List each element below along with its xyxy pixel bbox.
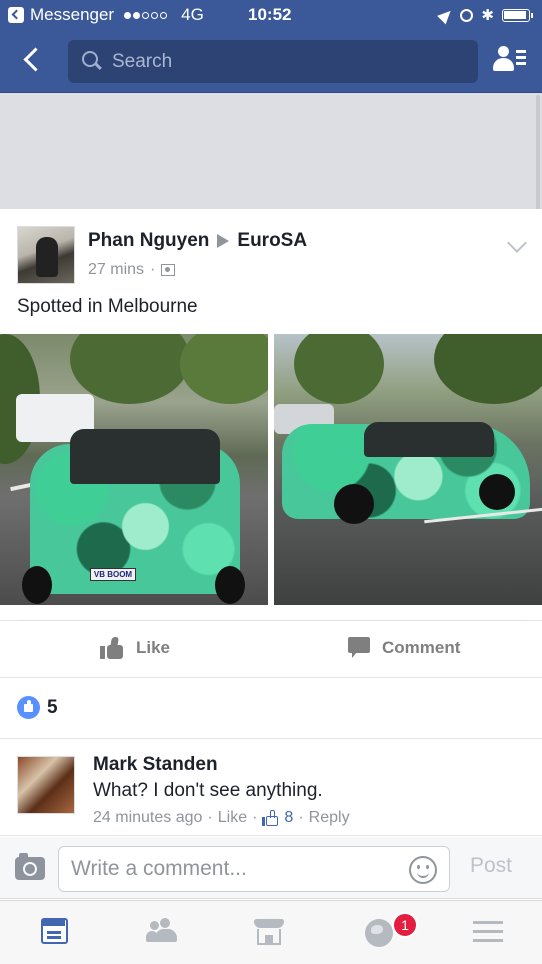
meta-separator: · xyxy=(150,261,156,278)
comment-like-count[interactable]: 8 xyxy=(284,809,293,827)
status-right: ✱ xyxy=(437,6,533,24)
like-icon xyxy=(100,637,124,659)
friends-icon[interactable] xyxy=(145,915,181,949)
comment-label: Comment xyxy=(382,638,461,657)
thumbs-up-icon xyxy=(262,810,279,826)
back-icon[interactable] xyxy=(18,45,48,75)
comment-button[interactable]: Comment xyxy=(348,637,460,659)
signal-strength-icon xyxy=(124,11,168,19)
post-photo-1[interactable]: VB BOOM xyxy=(0,334,268,605)
commenter-avatar[interactable] xyxy=(17,756,75,814)
search-input[interactable] xyxy=(112,50,452,73)
content-spacer xyxy=(0,93,542,209)
network-type: 4G xyxy=(181,5,204,24)
comment-like-link[interactable]: Like xyxy=(218,809,247,827)
status-left: Messenger 4G xyxy=(8,5,204,25)
comment-composer: Post xyxy=(0,837,542,899)
like-count: 5 xyxy=(47,697,58,718)
author-name[interactable]: Phan Nguyen xyxy=(88,230,209,252)
notifications-badge: 1 xyxy=(392,912,418,938)
chevron-down-icon[interactable] xyxy=(507,233,527,253)
post-time[interactable]: 27 mins xyxy=(88,261,144,279)
like-label: Like xyxy=(136,638,171,657)
camera-icon[interactable] xyxy=(15,853,45,880)
post-meta: 27 mins · xyxy=(88,261,176,279)
news-feed-icon[interactable] xyxy=(38,915,74,949)
post-text: Spotted in Melbourne xyxy=(17,296,198,317)
bluetooth-icon: ✱ xyxy=(481,7,494,24)
location-icon xyxy=(437,6,456,24)
comment-item: Mark Standen What? I don't see anything.… xyxy=(0,740,542,836)
facebook-post-screen: Messenger 4G 10:52 ✱ Search Phan Nguyen … xyxy=(0,0,542,964)
comment-time: 24 minutes ago xyxy=(93,809,203,826)
group-name[interactable]: EuroSA xyxy=(237,230,307,252)
status-bar: Messenger 4G 10:52 ✱ xyxy=(0,0,542,30)
back-app-label[interactable]: Messenger xyxy=(30,5,114,25)
license-plate: VB BOOM xyxy=(90,568,136,581)
like-reaction-icon xyxy=(17,696,40,719)
author-avatar[interactable] xyxy=(17,226,75,284)
search-icon xyxy=(82,50,104,73)
status-time: 10:52 xyxy=(248,5,292,24)
post-actions: Like Comment xyxy=(0,620,542,678)
post-header: Phan Nguyen EuroSA 27 mins · Spotted in … xyxy=(0,209,542,334)
post-author-line: Phan Nguyen EuroSA xyxy=(88,230,307,252)
post-button[interactable]: Post xyxy=(470,854,512,878)
reactions-summary[interactable]: 5 xyxy=(0,679,542,739)
comment-icon xyxy=(348,637,370,659)
comment-meta: 24 minutes ago · Like · 8 · Reply xyxy=(93,809,350,827)
arrow-right-icon xyxy=(217,234,230,248)
comment-input[interactable] xyxy=(58,846,450,892)
menu-icon[interactable] xyxy=(470,915,506,949)
like-button[interactable]: Like xyxy=(100,637,170,659)
commenter-name[interactable]: Mark Standen xyxy=(93,754,218,776)
friend-requests-icon[interactable] xyxy=(492,44,528,76)
emoji-icon[interactable] xyxy=(409,856,437,884)
actions-divider xyxy=(18,620,524,621)
marketplace-icon[interactable] xyxy=(253,915,289,949)
top-bar: Messenger 4G 10:52 ✱ xyxy=(0,0,542,93)
back-to-app-icon[interactable] xyxy=(8,7,24,23)
search-bar[interactable] xyxy=(68,40,478,83)
alarm-icon xyxy=(460,8,474,22)
comment-reply-link[interactable]: Reply xyxy=(309,809,350,827)
audience-icon xyxy=(161,264,176,276)
comment-text: What? I don't see anything. xyxy=(93,780,323,801)
post-photo-2[interactable] xyxy=(274,334,542,605)
battery-icon xyxy=(502,8,533,22)
bottom-tab-bar xyxy=(0,900,542,964)
